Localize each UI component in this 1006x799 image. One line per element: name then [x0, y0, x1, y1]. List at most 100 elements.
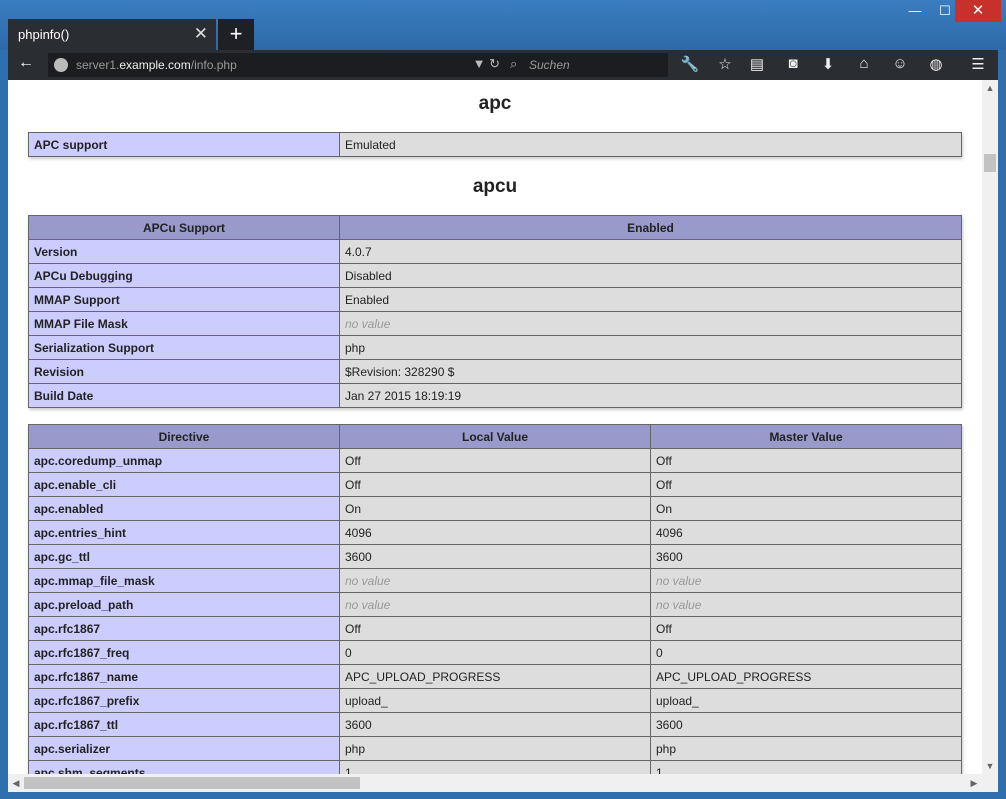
search-placeholder: Suchen [529, 58, 570, 72]
info-key: Revision [28, 359, 340, 384]
local-value: Off [339, 448, 651, 473]
info-value: $Revision: 328290 $ [339, 359, 962, 384]
wrench-icon[interactable]: 🔧 [678, 55, 702, 75]
master-value: Off [650, 448, 962, 473]
horizontal-scroll-thumb[interactable] [24, 777, 360, 789]
table-row: apc.serializer php php [28, 736, 962, 761]
reload-icon[interactable]: ↻ [489, 56, 500, 71]
info-value: Enabled [339, 287, 962, 312]
directive-name: apc.rfc1867_prefix [28, 688, 340, 713]
local-value: php [339, 736, 651, 761]
tab-phpinfo[interactable]: phpinfo() ✕ [8, 19, 216, 50]
scroll-left-icon[interactable]: ◀ [8, 774, 24, 792]
table-row: apc.rfc1867_prefix upload_ upload_ [28, 688, 962, 713]
new-tab-button[interactable]: + [218, 19, 254, 50]
local-value: no value [339, 592, 651, 617]
tab-close-icon[interactable]: ✕ [194, 24, 208, 44]
directive-name: apc.rfc1867_name [28, 664, 340, 689]
scroll-down-icon[interactable]: ▼ [982, 758, 998, 774]
download-icon[interactable]: ⬇ [816, 55, 840, 75]
back-button[interactable]: ← [14, 54, 38, 76]
master-value: 3600 [650, 544, 962, 569]
table-row: Build Date Jan 27 2015 18:19:19 [28, 383, 962, 408]
local-value: APC_UPLOAD_PROGRESS [339, 664, 651, 689]
info-value: php [339, 335, 962, 360]
directive-name: apc.enable_cli [28, 472, 340, 497]
info-key: APCu Debugging [28, 263, 340, 288]
web-developer-icon[interactable]: ◍ [924, 55, 948, 75]
menu-icon[interactable]: ☰ [966, 55, 990, 75]
info-key: Build Date [28, 383, 340, 408]
table-row: MMAP Support Enabled [28, 287, 962, 312]
table-row: apc.mmap_file_mask no value no value [28, 568, 962, 593]
directive-name: apc.serializer [28, 736, 340, 761]
pocket-icon[interactable]: ◙ [781, 55, 805, 75]
apc-support-value: Emulated [339, 132, 962, 157]
minimize-button[interactable]: — [900, 0, 930, 22]
directive-name: apc.gc_ttl [28, 544, 340, 569]
apc-support-label: APC support [28, 132, 340, 157]
chat-icon[interactable]: ☺ [888, 55, 912, 75]
table-row: apc.preload_path no value no value [28, 592, 962, 617]
vertical-scrollbar[interactable]: ▲ ▼ [982, 80, 998, 774]
horizontal-scrollbar[interactable]: ◀ ▶ [8, 774, 982, 792]
master-value: php [650, 736, 962, 761]
apcu-enabled-header: Enabled [339, 215, 962, 240]
local-value: no value [339, 568, 651, 593]
apcu-support-header: APCu Support [28, 215, 340, 240]
vertical-scroll-thumb[interactable] [984, 154, 996, 172]
url-host: example.com [119, 58, 191, 72]
table-row: apc.enabled On On [28, 496, 962, 521]
directive-name: apc.enabled [28, 496, 340, 521]
master-value: no value [650, 568, 962, 593]
url-text: server1.example.com/info.php [76, 58, 237, 72]
bookmark-star-icon[interactable]: ☆ [713, 55, 737, 75]
local-value: Off [339, 472, 651, 497]
master-value: On [650, 496, 962, 521]
url-path: /info.php [190, 58, 237, 72]
home-icon[interactable]: ⌂ [852, 55, 876, 75]
site-identity-icon[interactable] [54, 58, 68, 72]
directive-name: apc.rfc1867_freq [28, 640, 340, 665]
table-row: APCu Debugging Disabled [28, 263, 962, 288]
master-value: 1 [650, 760, 962, 774]
apcu-heading: apcu [472, 176, 518, 197]
table-row: MMAP File Mask no value [28, 311, 962, 336]
info-key: Version [28, 239, 340, 264]
table-row: apc.coredump_unmap Off Off [28, 448, 962, 473]
back-arrow-icon: ← [18, 54, 34, 71]
table-header-row: Directive Local Value Master Value [28, 424, 962, 449]
scroll-up-icon[interactable]: ▲ [982, 80, 998, 96]
local-value: 1 [339, 760, 651, 774]
info-value: Jan 27 2015 18:19:19 [339, 383, 962, 408]
dropdown-arrow-icon[interactable]: ▼ [473, 56, 486, 71]
tab-title: phpinfo() [18, 27, 70, 42]
scroll-right-icon[interactable]: ▶ [966, 774, 982, 792]
table-header-row: APCu Support Enabled [28, 215, 962, 240]
table-row: Revision $Revision: 328290 $ [28, 359, 962, 384]
reading-list-icon[interactable]: ▤ [745, 55, 769, 75]
master-value: no value [650, 592, 962, 617]
local-value: 3600 [339, 712, 651, 737]
table-row: apc.rfc1867_freq 0 0 [28, 640, 962, 665]
table-row: apc.shm_segments 1 1 [28, 760, 962, 774]
local-value: 4096 [339, 520, 651, 545]
table-row: Serialization Support php [28, 335, 962, 360]
search-icon: ⌕ [510, 56, 518, 71]
master-value: 3600 [650, 712, 962, 737]
directive-name: apc.coredump_unmap [28, 448, 340, 473]
local-value: On [339, 496, 651, 521]
close-window-button[interactable]: ✕ [955, 0, 1001, 22]
info-value: Disabled [339, 263, 962, 288]
local-value-header: Local Value [339, 424, 651, 449]
scrollbar-corner [982, 774, 998, 792]
directive-header: Directive [28, 424, 340, 449]
directive-name: apc.entries_hint [28, 520, 340, 545]
directive-name: apc.rfc1867_ttl [28, 712, 340, 737]
directive-name: apc.preload_path [28, 592, 340, 617]
local-value: Off [339, 616, 651, 641]
table-row: APC support Emulated [28, 132, 962, 157]
url-bar[interactable]: server1.example.com/info.php ▼ ↻ [48, 53, 506, 77]
info-value: 4.0.7 [339, 239, 962, 264]
search-box[interactable]: ⌕ Suchen [504, 53, 668, 77]
